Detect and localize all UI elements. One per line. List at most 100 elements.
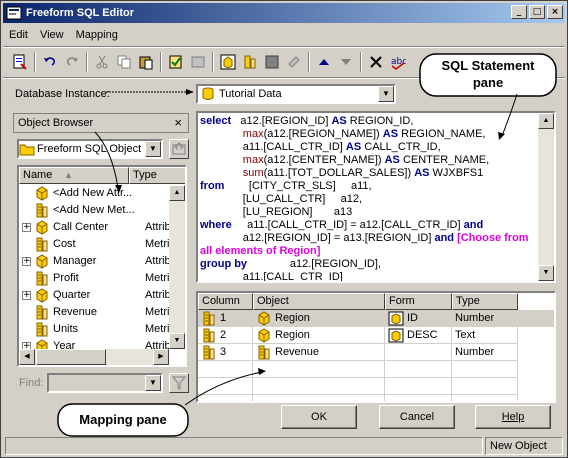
spell-check-icon[interactable]: abc — [387, 51, 409, 73]
ok-button[interactable]: OK — [281, 405, 357, 429]
object-browser-row[interactable]: <Add New Met... — [19, 202, 185, 219]
mapping-type-value: Number — [455, 312, 495, 324]
delete-icon[interactable] — [365, 51, 387, 73]
mapping-pane[interactable]: Column Object Form Type 1 Region ID Number 2… — [196, 291, 556, 403]
scroll-down-arrow[interactable]: ▼ — [538, 265, 554, 281]
move-down-icon[interactable] — [335, 51, 357, 73]
object-browser-row[interactable]: Profit Metric — [19, 270, 185, 287]
mapping-row[interactable]: 1 Region ID Number — [198, 310, 554, 327]
mapping-cell-form[interactable]: ID — [385, 310, 452, 327]
object-browser-horizontal-scrollbar[interactable]: ◀ ▶ — [19, 349, 169, 365]
mapping-cell-column[interactable]: 3 — [198, 344, 253, 361]
scroll-right-arrow[interactable]: ▶ — [153, 349, 169, 365]
object-browser-row[interactable]: + Quarter Attribute — [19, 287, 185, 304]
mapping-cell-object[interactable]: Region — [253, 327, 385, 344]
sql-token: a11.[CALL_CTR_ID] = a12.[CALL_CTR_ID] — [231, 219, 464, 231]
menu-edit[interactable]: Edit — [3, 26, 34, 46]
paste-icon[interactable] — [135, 51, 157, 73]
redo-icon[interactable] — [61, 51, 83, 73]
sql-keyword: AS — [384, 154, 400, 166]
close-button[interactable]: × — [547, 5, 563, 19]
name-column-header[interactable]: Name ▲ — [19, 167, 129, 184]
link-icon[interactable] — [283, 51, 305, 73]
scroll-up-arrow[interactable]: ▲ — [169, 185, 185, 201]
form-header-label: Form — [389, 295, 415, 307]
help-button[interactable]: Help — [475, 405, 551, 429]
object-browser-row[interactable]: Revenue Metric — [19, 304, 185, 321]
attribute-icon[interactable] — [217, 51, 239, 73]
sql-keyword: AS — [414, 167, 430, 179]
expand-icon[interactable]: + — [22, 291, 31, 300]
title-bar[interactable]: Freeform SQL Editor _ □ × — [3, 3, 565, 23]
toolbar: abc — [9, 49, 409, 75]
move-up-icon[interactable] — [313, 51, 335, 73]
scroll-thumb[interactable] — [36, 349, 106, 365]
mapping-cell-type[interactable]: Number — [452, 310, 518, 327]
mapping-empty-cell — [198, 395, 253, 401]
expand-icon[interactable]: + — [22, 257, 31, 266]
mapping-cell-object[interactable]: Revenue — [253, 344, 385, 361]
menu-view[interactable]: View — [34, 26, 70, 46]
object-browser-row[interactable]: <Add New Attr... — [19, 185, 185, 202]
cancel-button[interactable]: Cancel — [379, 405, 455, 429]
mapping-type-value: Text — [455, 329, 476, 341]
up-folder-button[interactable] — [169, 139, 189, 159]
column-header-form[interactable]: Form — [385, 293, 452, 310]
mapping-cell-form[interactable] — [385, 344, 452, 361]
sql-keyword: AS — [331, 115, 347, 127]
sql-prompt: all elements of Region] — [200, 245, 321, 257]
attribute-icon — [34, 288, 50, 303]
menu-mapping[interactable]: Mapping — [70, 26, 124, 46]
parse-icon[interactable] — [187, 51, 209, 73]
sql-statement-pane[interactable]: select a12.[REGION_ID] AS REGION_ID, max… — [196, 111, 556, 283]
mapping-cell-column[interactable]: 1 — [198, 310, 253, 327]
object-browser-row[interactable]: + Call Center Attribute — [19, 219, 185, 236]
scroll-up-arrow[interactable]: ▲ — [538, 113, 554, 129]
find-input[interactable]: ▼ — [47, 373, 163, 393]
attribute-icon — [34, 220, 50, 235]
sql-token: a12.[REGION_ID] — [231, 115, 332, 127]
undo-icon[interactable] — [39, 51, 61, 73]
object-browser-row[interactable]: + Manager Attribute — [19, 253, 185, 270]
object-browser-list[interactable]: Name ▲ Type <Add New Attr... <Add New Met… — [17, 165, 187, 367]
object-browser-folder-select[interactable]: Freeform SQL Object ▼ — [17, 139, 163, 159]
mapping-pane-callout: Mapping pane — [79, 412, 167, 427]
mapping-cell-type[interactable]: Text — [452, 327, 518, 344]
type-column-header[interactable]: Type — [129, 167, 185, 184]
database-instance-select[interactable]: Tutorial Data ▼ — [196, 84, 396, 104]
object-name: Quarter — [53, 289, 91, 301]
column-header-column[interactable]: Column — [198, 293, 253, 310]
mapping-cell-object[interactable]: Region — [253, 310, 385, 327]
filter-button[interactable] — [169, 373, 189, 393]
metric-icon — [34, 203, 50, 218]
column-header-object[interactable]: Object — [253, 293, 385, 310]
sql-icon[interactable] — [9, 51, 31, 73]
sql-keyword: select — [200, 115, 232, 127]
mapping-cell-type[interactable]: Number — [452, 344, 518, 361]
mapping-cell-form[interactable]: DESC — [385, 327, 452, 344]
object-browser-row[interactable]: Units Metric — [19, 321, 185, 338]
column-header-type[interactable]: Type — [452, 293, 518, 310]
chevron-down-icon[interactable]: ▼ — [145, 375, 161, 391]
sql-vertical-scrollbar[interactable]: ▲ ▼ — [538, 113, 554, 281]
status-bar: New Object — [3, 436, 565, 456]
metric-icon[interactable] — [239, 51, 261, 73]
object-browser-vertical-scrollbar[interactable]: ▲ ▼ — [169, 185, 185, 349]
minimize-button[interactable]: _ — [511, 5, 527, 19]
scroll-left-arrow[interactable]: ◀ — [19, 349, 35, 365]
copy-icon[interactable] — [113, 51, 135, 73]
map-icon[interactable] — [261, 51, 283, 73]
object-browser-row[interactable]: Cost Metric — [19, 236, 185, 253]
close-icon[interactable]: × — [174, 115, 182, 130]
mapping-row[interactable]: 2 Region DESC Text — [198, 327, 554, 344]
scroll-down-arrow[interactable]: ▼ — [169, 333, 185, 349]
maximize-button[interactable]: □ — [529, 5, 545, 19]
mapping-cell-column[interactable]: 2 — [198, 327, 253, 344]
cut-icon[interactable] — [91, 51, 113, 73]
chevron-down-icon[interactable]: ▼ — [378, 86, 394, 102]
validate-icon[interactable] — [165, 51, 187, 73]
chevron-down-icon[interactable]: ▼ — [145, 141, 161, 157]
expand-icon[interactable]: + — [22, 223, 31, 232]
mapping-row[interactable]: 3 Revenue Number — [198, 344, 554, 361]
